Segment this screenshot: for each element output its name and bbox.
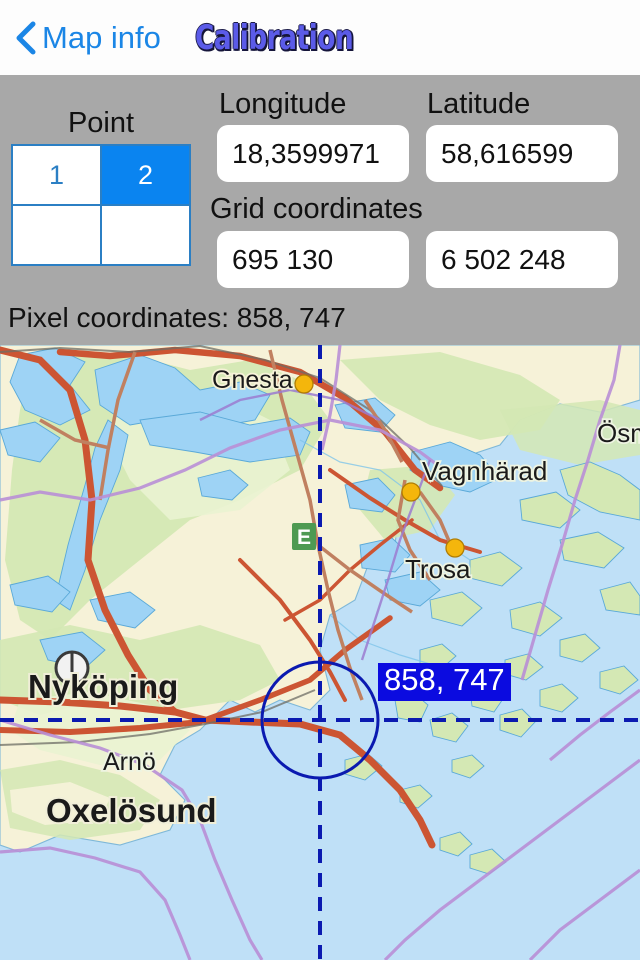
grid-northing-input[interactable]: 6 502 248 — [426, 231, 618, 288]
point-section-label: Point — [67, 107, 135, 139]
svg-text:Ösm: Ösm — [597, 418, 640, 448]
svg-text:Oxelösund: Oxelösund — [46, 792, 217, 829]
back-button-label: Map info — [42, 20, 161, 55]
point-cell-4[interactable] — [102, 206, 189, 264]
point-selector-grid[interactable]: 2 1 — [11, 144, 191, 266]
svg-text:Arnö: Arnö — [103, 748, 156, 776]
grid-coordinates-label: Grid coordinates — [210, 193, 423, 225]
point-cell-1[interactable]: 1 — [13, 146, 100, 204]
pixel-coordinates-readout: Pixel coordinates: 858, 747 — [8, 302, 346, 333]
back-button[interactable]: Map info — [14, 21, 161, 55]
map-canvas[interactable]: E Gnesta Vagnhärad Trosa Ösm Nyköping Ar… — [0, 345, 640, 960]
map-graphic: E Gnesta Vagnhärad Trosa Ösm Nyköping Ar… — [0, 345, 640, 960]
latitude-label: Latitude — [427, 88, 531, 120]
calibration-screen: Map info Calibration Point 2 1 Longitude… — [0, 0, 640, 960]
longitude-label: Longitude — [219, 88, 347, 120]
svg-text:E: E — [297, 526, 311, 549]
calibration-form-panel: Point 2 1 Longitude 18,3599971 Latitude … — [0, 75, 640, 345]
svg-text:Nyköping: Nyköping — [28, 668, 178, 705]
chevron-left-icon — [14, 21, 36, 55]
point-cell-3[interactable] — [13, 206, 100, 264]
route-shield-icon: E — [292, 523, 316, 550]
latitude-input[interactable]: 58,616599 — [426, 125, 618, 182]
grid-easting-input[interactable]: 695 130 — [217, 231, 409, 288]
svg-text:Trosa: Trosa — [405, 554, 471, 584]
svg-text:Gnesta: Gnesta — [212, 366, 293, 394]
longitude-input[interactable]: 18,3599971 — [217, 125, 409, 182]
marker-coordinate-badge: 858, 747 — [378, 663, 511, 701]
page-title: Calibration — [194, 17, 354, 58]
point-cell-2[interactable]: 2 — [102, 146, 189, 204]
svg-text:Vagnhärad: Vagnhärad — [422, 456, 547, 486]
navigation-bar: Map info Calibration — [0, 0, 640, 75]
